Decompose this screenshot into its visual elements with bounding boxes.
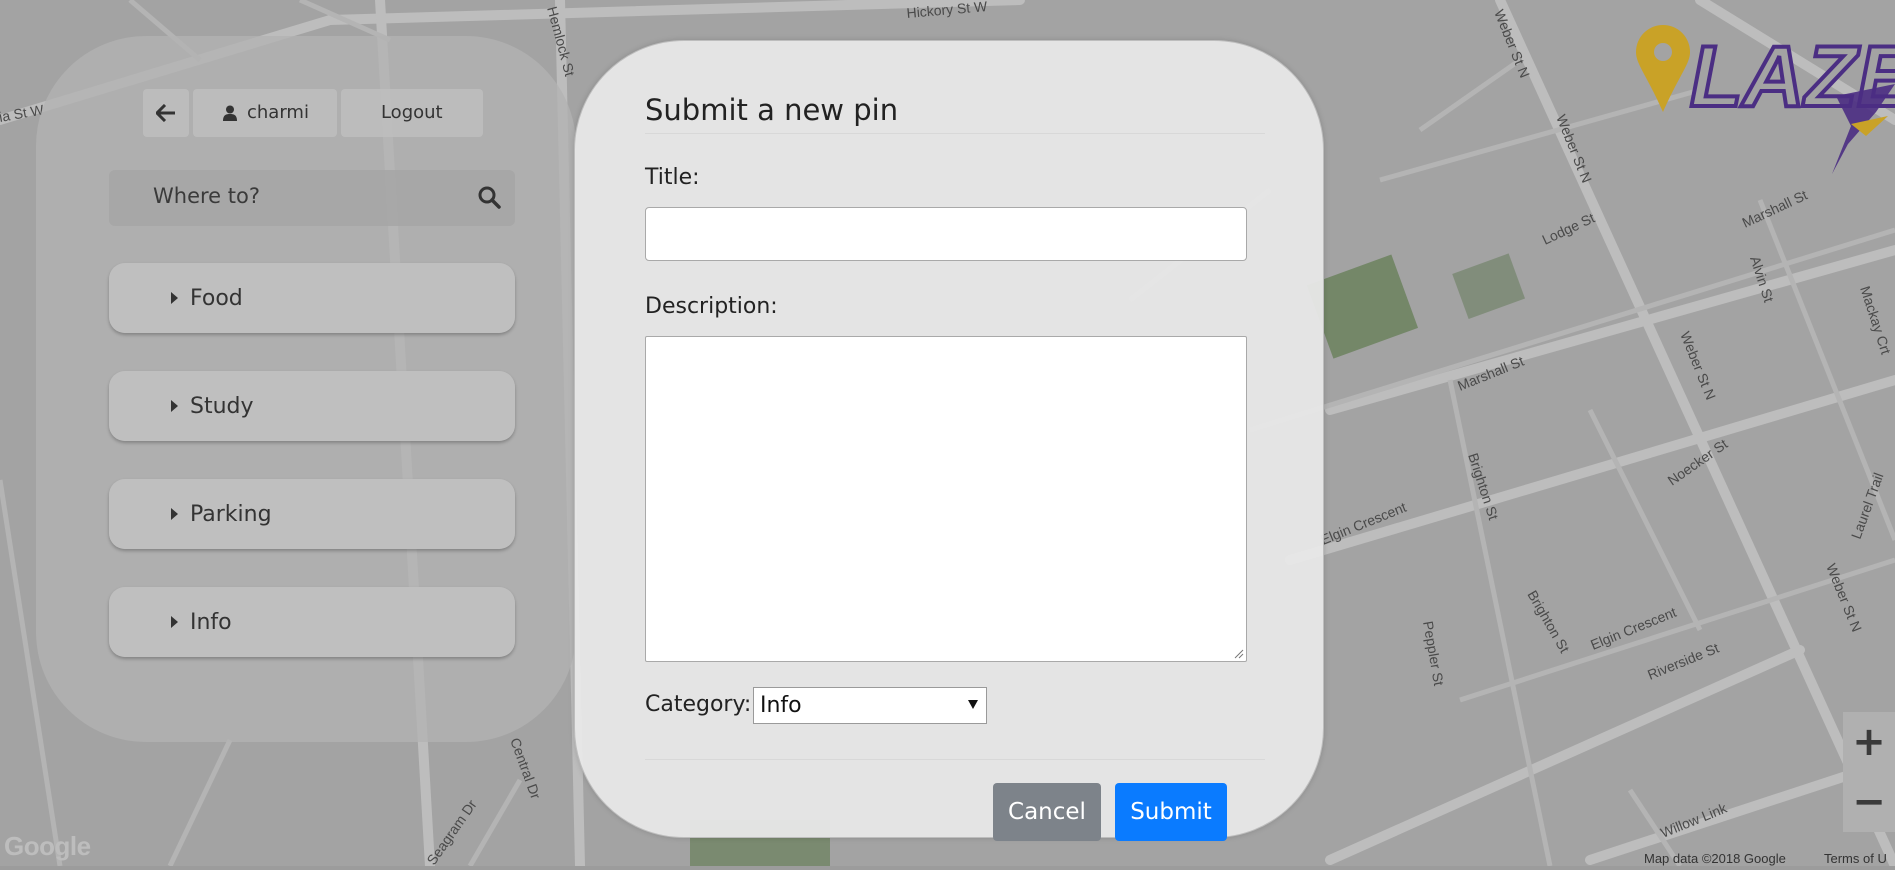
- cancel-button[interactable]: Cancel: [993, 783, 1101, 841]
- search-input[interactable]: [153, 184, 453, 208]
- google-logo: Google: [4, 831, 91, 861]
- caret-right-icon: [171, 508, 178, 520]
- description-textarea[interactable]: [645, 336, 1247, 662]
- category-label: Food: [190, 285, 243, 311]
- search-box: [109, 170, 515, 226]
- category-label: Category:: [645, 692, 752, 717]
- back-button[interactable]: [143, 89, 189, 137]
- logout-button[interactable]: Logout: [340, 89, 483, 137]
- terms-link[interactable]: Terms of U: [1824, 851, 1887, 866]
- username-label: charmi: [247, 102, 309, 123]
- category-label: Info: [190, 609, 232, 635]
- submit-button[interactable]: Submit: [1115, 783, 1227, 841]
- zoom-in-button[interactable]: +: [1843, 712, 1895, 772]
- submit-label: Submit: [1130, 799, 1212, 825]
- modal-footer-divider: [645, 759, 1265, 760]
- zoom-out-button[interactable]: −: [1843, 772, 1895, 832]
- modal-header-divider: [645, 133, 1265, 134]
- category-food[interactable]: Food: [109, 263, 515, 333]
- logout-label: Logout: [380, 102, 443, 123]
- caret-right-icon: [171, 616, 178, 628]
- category-label: Study: [190, 393, 254, 419]
- title-input[interactable]: [645, 207, 1247, 261]
- top-nav-bar: charmi Logout: [143, 89, 483, 137]
- user-icon: [223, 105, 237, 121]
- submit-pin-modal: Submit a new pin Title: Description: Cat…: [574, 40, 1324, 841]
- description-label: Description:: [645, 294, 778, 319]
- category-label: Parking: [190, 501, 272, 527]
- cancel-label: Cancel: [1008, 799, 1086, 825]
- modal-title: Submit a new pin: [645, 93, 899, 127]
- category-study[interactable]: Study: [109, 371, 515, 441]
- search-icon[interactable]: [477, 185, 501, 209]
- caret-right-icon: [171, 400, 178, 412]
- laze-logo: LAZE: [1636, 24, 1895, 174]
- category-select[interactable]: Info: [753, 687, 987, 724]
- category-parking[interactable]: Parking: [109, 479, 515, 549]
- category-info[interactable]: Info: [109, 587, 515, 657]
- caret-right-icon: [171, 292, 178, 304]
- title-label: Title:: [645, 165, 700, 190]
- map-pin-icon: [1636, 25, 1690, 112]
- map-attribution: Map data ©2018 Google: [1644, 851, 1786, 866]
- category-selected-value: Info: [760, 693, 802, 718]
- dropdown-arrow-icon: [968, 700, 978, 709]
- resize-handle-icon[interactable]: [1234, 649, 1244, 659]
- user-button[interactable]: charmi: [193, 89, 337, 137]
- arrow-left-icon: [156, 104, 175, 122]
